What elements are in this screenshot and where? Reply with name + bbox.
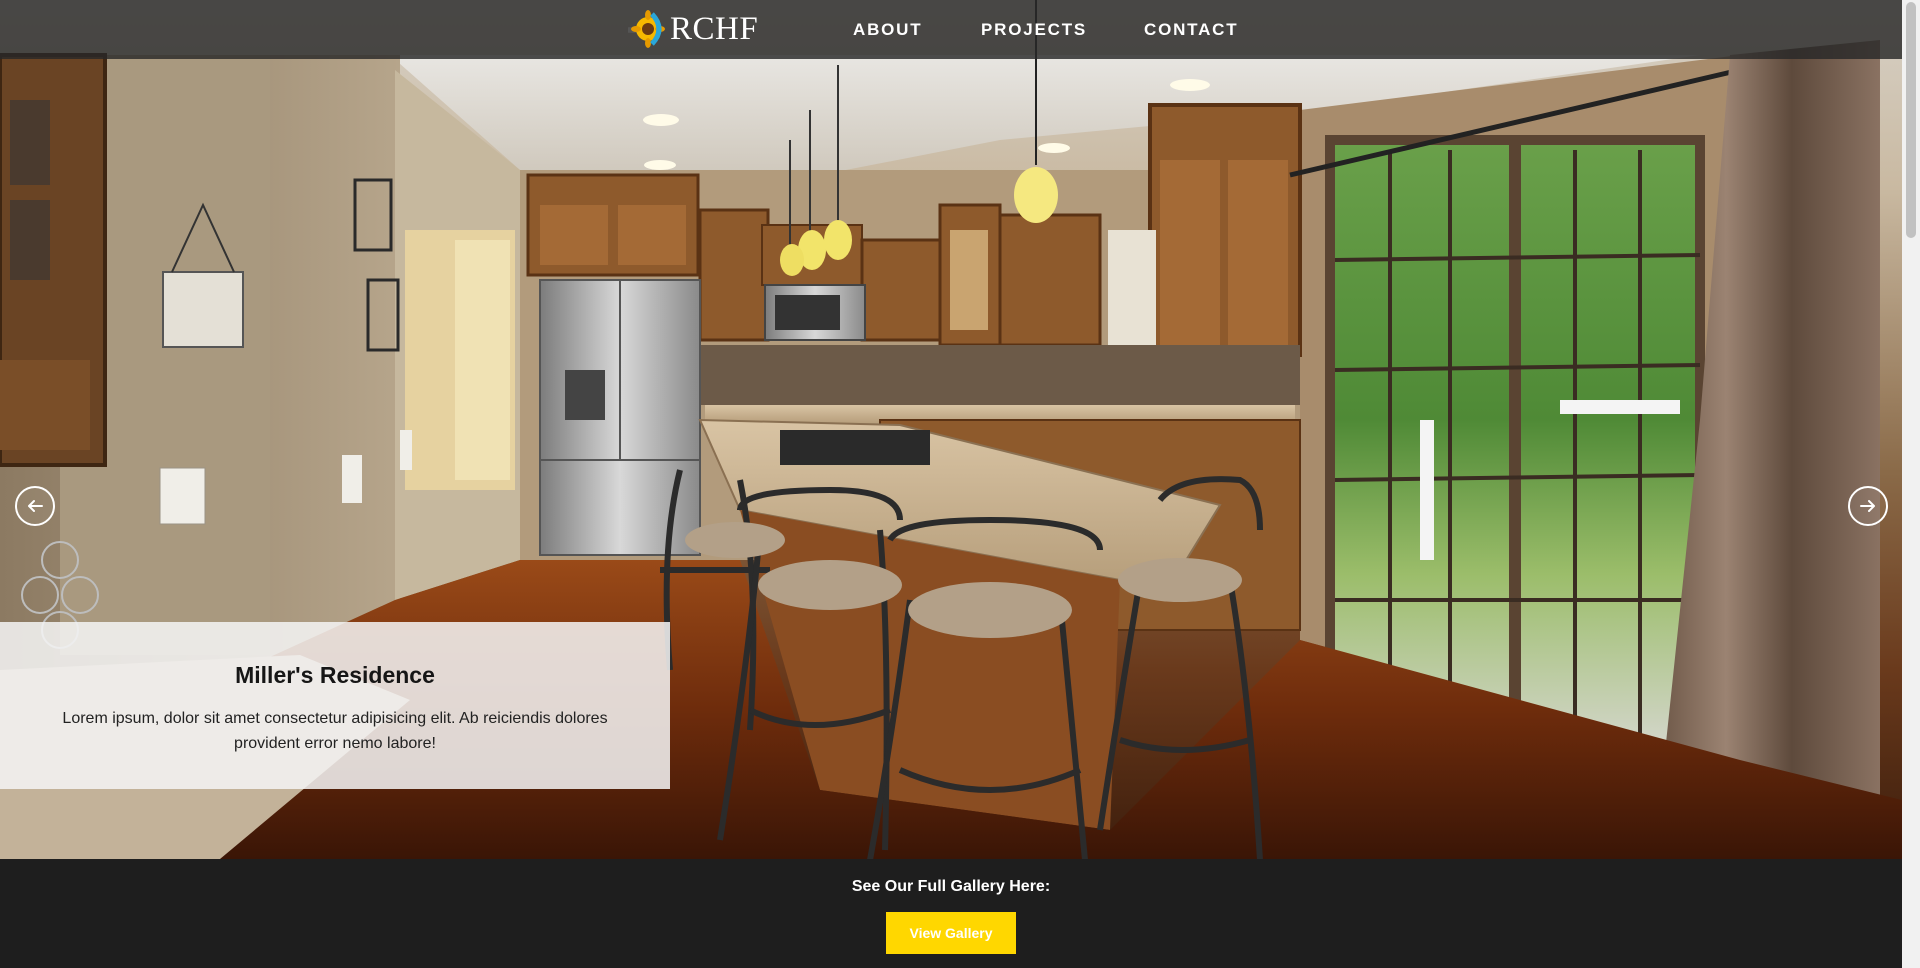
slide-title: Miller's Residence: [235, 662, 435, 688]
scrollbar-thumb[interactable]: [1906, 2, 1916, 238]
slider-next-button[interactable]: [1848, 486, 1888, 526]
page-scrollbar[interactable]: [1902, 0, 1920, 968]
nav-link-projects[interactable]: PROJECTS: [981, 20, 1087, 40]
nav-link-contact[interactable]: CONTACT: [1144, 20, 1238, 40]
arrow-left-icon: [28, 500, 43, 512]
arrow-right-icon: [1860, 500, 1875, 512]
view-gallery-button[interactable]: View Gallery: [886, 912, 1016, 954]
slider-prev-button[interactable]: [15, 486, 55, 526]
logo-text: RCHF: [670, 10, 759, 47]
nav-link-about[interactable]: ABOUT: [853, 20, 922, 40]
brand-logo[interactable]: RCHF: [628, 6, 788, 52]
gallery-heading: See Our Full Gallery Here:: [851, 878, 1051, 895]
sunflower-logo-icon: [628, 10, 665, 48]
gallery-section: See Our Full Gallery Here: View Gallery: [0, 859, 1902, 968]
slide-description: Lorem ipsum, dolor sit amet consectetur …: [62, 710, 608, 752]
slide-caption: Miller's Residence Lorem ipsum, dolor si…: [0, 622, 670, 789]
top-navigation-bar: RCHF ABOUT PROJECTS CONTACT: [0, 0, 1902, 59]
